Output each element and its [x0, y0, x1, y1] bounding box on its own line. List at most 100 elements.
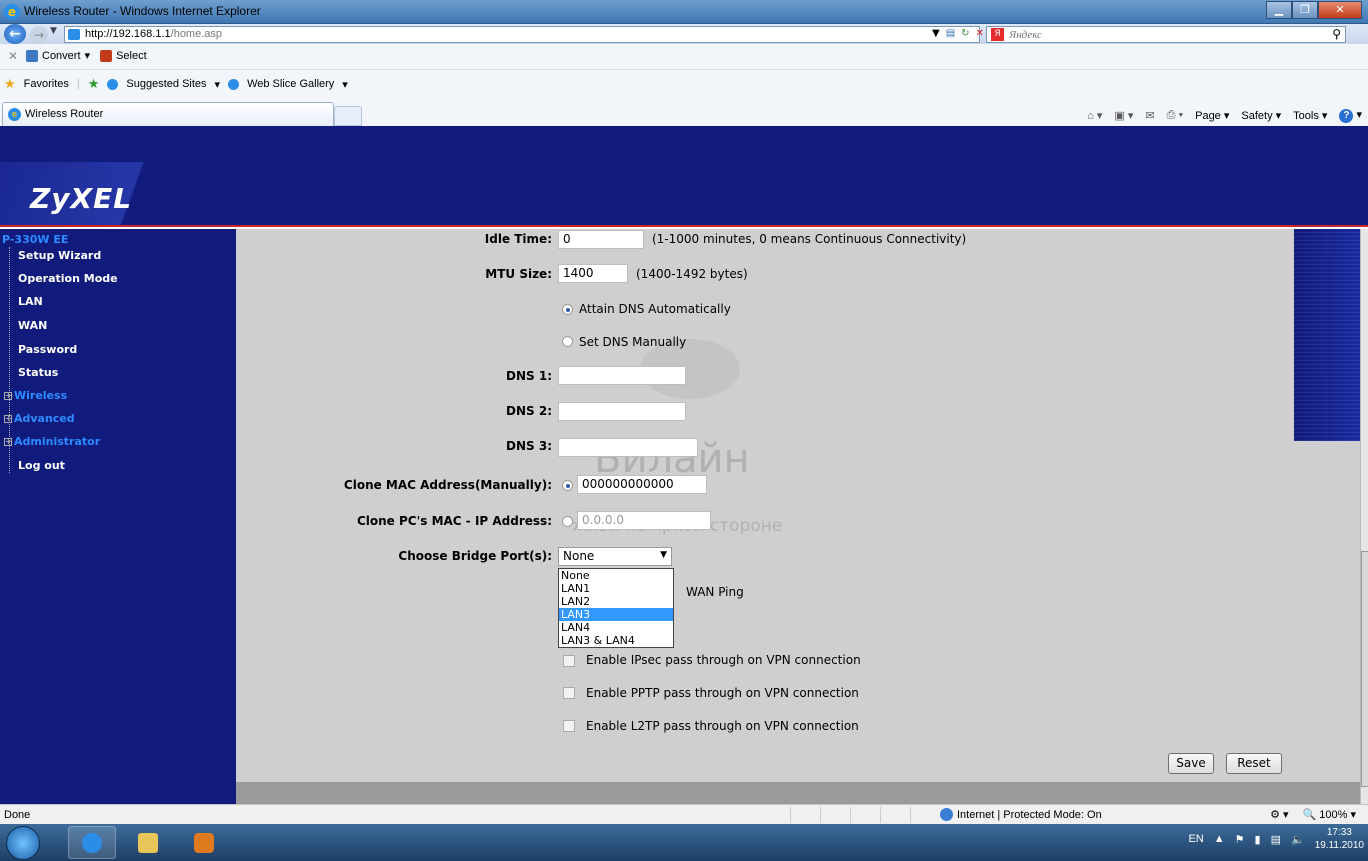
bridge-option-lan2[interactable]: LAN2: [559, 595, 673, 608]
bridge-option-lan4[interactable]: LAN4: [559, 621, 673, 634]
chevron-down-icon: ▼: [660, 550, 667, 560]
mtu-size-label: MTU Size:: [485, 267, 552, 281]
network-icon[interactable]: ▤: [1271, 833, 1281, 846]
compatibility-icon[interactable]: ▤: [946, 28, 955, 39]
suggested-sites-link[interactable]: Suggested Sites: [126, 78, 206, 90]
favorites-star-icon: ★: [4, 76, 16, 91]
maximize-button[interactable]: ❐: [1292, 1, 1318, 19]
protected-mode-icon[interactable]: ⚙ ▾: [1270, 808, 1288, 821]
bridge-option-none[interactable]: None: [559, 569, 673, 582]
select-icon: [100, 49, 113, 62]
bridge-option-lan3-lan4[interactable]: LAN3 & LAN4: [559, 634, 673, 647]
favorites-button[interactable]: Favorites: [24, 78, 69, 90]
stop-icon[interactable]: ✕: [976, 28, 984, 39]
l2tp-checkbox[interactable]: [563, 720, 575, 732]
scrollbar-thumb[interactable]: [1361, 551, 1368, 787]
clone-mac-input[interactable]: 000000000000: [577, 475, 707, 494]
status-bar: Done Internet | Protected Mode: On ⚙ ▾ 🔍…: [0, 804, 1368, 824]
tab-title: Wireless Router: [25, 108, 104, 120]
forward-button[interactable]: →: [30, 26, 48, 44]
mail-icon[interactable]: ✉: [1145, 109, 1154, 122]
minimize-button[interactable]: ▁: [1266, 1, 1292, 19]
address-field[interactable]: http://192.168.1.1/home.asp: [64, 26, 980, 43]
bridge-port-select[interactable]: None ▼: [558, 547, 672, 566]
dns2-input[interactable]: [558, 402, 686, 421]
sidebar-item-setup-wizard[interactable]: Setup Wizard: [18, 249, 101, 262]
action-center-icon[interactable]: ⚑: [1235, 833, 1245, 846]
search-icon[interactable]: ⚲: [1332, 27, 1341, 41]
url-dropdown-icon[interactable]: ▼: [932, 28, 940, 39]
dns-auto-label: Attain DNS Automatically: [579, 302, 731, 316]
status-divider: [910, 807, 911, 823]
reset-button[interactable]: Reset: [1226, 753, 1282, 774]
back-button[interactable]: ←: [4, 24, 26, 44]
close-button[interactable]: ✕: [1318, 1, 1362, 19]
add-favorite-icon[interactable]: ★: [88, 76, 100, 92]
pptp-checkbox[interactable]: [563, 687, 575, 699]
sidebar-item-operation-mode[interactable]: Operation Mode: [18, 272, 118, 285]
favorites-row: ★ Favorites | ★ Suggested Sites ▾ Web Sli…: [4, 76, 348, 92]
tools-menu[interactable]: Tools ▾: [1293, 109, 1327, 122]
clone-pc-ip-input[interactable]: 0.0.0.0: [577, 511, 711, 530]
search-box[interactable]: Я ⚲: [986, 26, 1346, 43]
dns-auto-radio[interactable]: [562, 304, 573, 315]
search-input[interactable]: [1009, 27, 1309, 42]
page-scrollbar[interactable]: [1360, 229, 1368, 804]
zoom-control[interactable]: 🔍 100% ▾: [1303, 808, 1356, 821]
volume-icon[interactable]: 🔈: [1291, 833, 1305, 846]
bridge-port-dropdown[interactable]: None LAN1 LAN2 LAN3 LAN4 LAN3 & LAN4: [558, 568, 674, 648]
convert-dropdown-icon[interactable]: ▾: [85, 49, 91, 62]
mtu-size-input[interactable]: 1400: [558, 264, 628, 283]
taskbar-media[interactable]: [180, 826, 228, 859]
suggested-dropdown-icon[interactable]: ▾: [215, 78, 221, 91]
bridge-port-value: None: [563, 549, 595, 563]
sidebar-model[interactable]: P-330W EE: [2, 233, 68, 246]
start-button[interactable]: [6, 826, 40, 860]
sidebar-item-administrator[interactable]: + Administrator: [4, 435, 100, 448]
clone-pc-mac-radio[interactable]: [562, 516, 573, 527]
tab-wireless-router[interactable]: e Wireless Router: [2, 102, 334, 126]
help-menu[interactable]: ? ▾: [1339, 108, 1362, 123]
web-slice-link[interactable]: Web Slice Gallery: [247, 78, 334, 90]
idle-time-input[interactable]: 0: [558, 230, 644, 249]
ipsec-checkbox[interactable]: [563, 655, 575, 667]
safety-menu[interactable]: Safety ▾: [1241, 109, 1281, 122]
refresh-icon[interactable]: ↻: [961, 28, 969, 39]
dns1-input[interactable]: [558, 366, 686, 385]
dns-manual-radio[interactable]: [562, 336, 573, 347]
clock[interactable]: 17:33 19.11.2010: [1315, 826, 1364, 852]
sidebar-item-logout[interactable]: Log out: [18, 459, 65, 472]
security-zone[interactable]: Internet | Protected Mode: On: [940, 808, 1102, 821]
sidebar-item-wan[interactable]: WAN: [18, 319, 47, 332]
history-dropdown-icon[interactable]: ▼: [50, 26, 57, 36]
sidebar-item-lan[interactable]: LAN: [18, 295, 43, 308]
bridge-option-lan3[interactable]: LAN3: [559, 608, 673, 621]
print-icon[interactable]: ⎙ ▾: [1167, 109, 1183, 122]
new-tab-button[interactable]: [334, 106, 362, 126]
webslice-dropdown-icon[interactable]: ▾: [342, 78, 348, 91]
sidebar-item-wireless[interactable]: + Wireless: [4, 389, 67, 402]
power-icon[interactable]: ▮: [1255, 833, 1261, 846]
taskbar-explorer[interactable]: [124, 826, 172, 859]
media-player-icon: [194, 833, 214, 853]
save-button[interactable]: Save: [1168, 753, 1214, 774]
select-button[interactable]: Select: [116, 50, 147, 62]
home-icon[interactable]: ⌂ ▾: [1087, 109, 1102, 122]
convert-button[interactable]: Convert: [42, 50, 81, 62]
tray-expand-icon[interactable]: ▲: [1214, 833, 1225, 845]
close-toolbar-icon[interactable]: ✕: [8, 49, 18, 63]
bridge-option-lan1[interactable]: LAN1: [559, 582, 673, 595]
page-icon: [68, 29, 80, 40]
sidebar-item-advanced[interactable]: + Advanced: [4, 412, 75, 425]
expand-icon: +: [4, 391, 12, 400]
sidebar-item-status[interactable]: Status: [18, 366, 58, 379]
nav-buttons: ▼ ▤ ↻ ✕: [932, 28, 984, 39]
taskbar-ie[interactable]: [68, 826, 116, 859]
language-indicator[interactable]: EN: [1188, 833, 1203, 845]
dns3-input[interactable]: [558, 438, 698, 457]
sidebar-item-password[interactable]: Password: [18, 343, 77, 356]
page-menu[interactable]: Page ▾: [1195, 109, 1229, 122]
clone-mac-radio[interactable]: [562, 480, 573, 491]
feeds-icon[interactable]: ▣ ▾: [1114, 109, 1133, 122]
status-divider: [820, 807, 821, 823]
